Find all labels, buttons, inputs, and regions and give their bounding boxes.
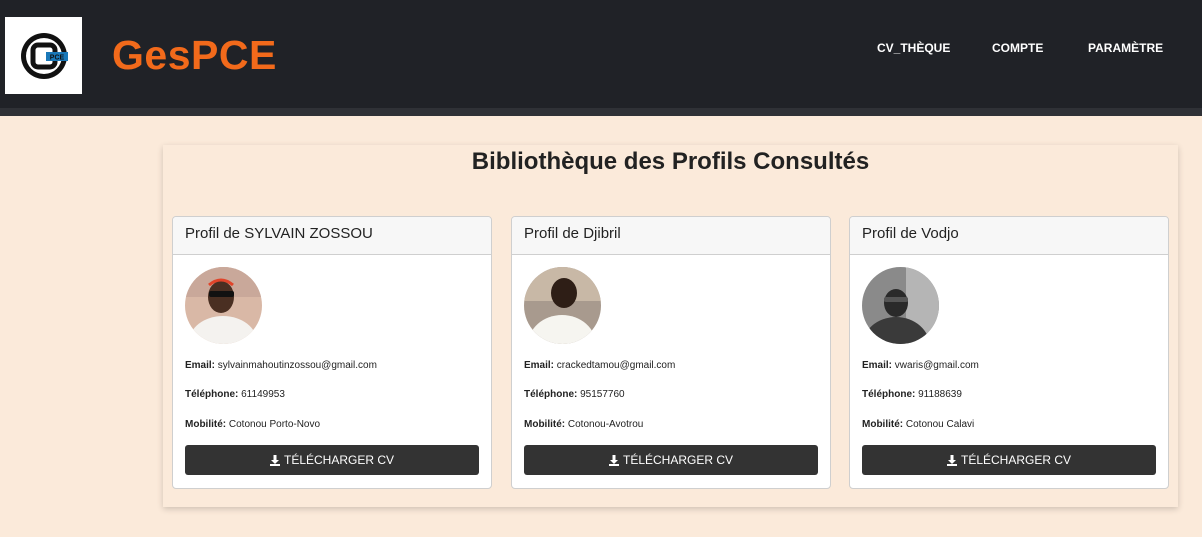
page-title: Bibliothèque des Profils Consultés [471,148,870,175]
email-label: Email: [185,360,216,371]
nav-cv-theque[interactable]: CV_THÈQUE [877,41,950,55]
avatar [524,267,601,344]
email-row: Email: vwaris@gmail.com [862,360,979,371]
mobility-row: Mobilité: Cotonou-Avotrou [524,419,643,430]
phone-value: 91188639 [918,389,962,400]
email-label: Email: [524,360,555,371]
phone-row: Téléphone: 91188639 [862,389,962,400]
email-value: crackedtamou@gmail.com [556,360,676,371]
phone-label: Téléphone: [524,389,578,400]
download-cv-button[interactable]: TÉLÉCHARGER CV [524,445,818,475]
mobility-label: Mobilité: [185,419,227,430]
mobility-label: Mobilité: [524,419,566,430]
download-label: TÉLÉCHARGER CV [283,453,395,467]
download-icon [946,454,957,466]
email-label: Email: [862,360,893,371]
main-nav: CV_THÈQUE COMPTE PARAMÈTRE [0,41,1202,57]
profile-card: Profil de Vodjo Email: vwaris@gmail.com … [849,216,1169,489]
mobility-value: Cotonou-Avotrou [567,419,644,430]
mobility-row: Mobilité: Cotonou Calavi [862,419,974,430]
top-navbar: PCE GesPCE CV_THÈQUE COMPTE PARAMÈTRE [0,0,1202,116]
phone-row: Téléphone: 61149953 [185,389,285,400]
phone-row: Téléphone: 95157760 [524,389,625,400]
mobility-value: Cotonou Porto-Novo [228,419,321,430]
email-value: sylvainmahoutinzossou@gmail.com [217,360,377,371]
email-value: vwaris@gmail.com [894,360,979,371]
profile-card-header: Profil de Vodjo [850,217,1168,255]
profile-card-header: Profil de SYLVAIN ZOSSOU [173,217,491,255]
avatar [862,267,939,344]
profile-card-header: Profil de Djibril [512,217,830,255]
profiles-panel: Bibliothèque des Profils Consultés Profi… [163,145,1178,507]
mobility-value: Cotonou Calavi [905,419,975,430]
avatar [185,267,262,344]
phone-label: Téléphone: [185,389,239,400]
nav-compte[interactable]: COMPTE [992,41,1043,55]
download-icon [269,454,280,466]
download-cv-button[interactable]: TÉLÉCHARGER CV [862,445,1156,475]
download-cv-button[interactable]: TÉLÉCHARGER CV [185,445,479,475]
download-label: TÉLÉCHARGER CV [622,453,734,467]
profile-card: Profil de SYLVAIN ZOSSOU Email: sylvainm… [172,216,492,489]
mobility-label: Mobilité: [862,419,904,430]
mobility-row: Mobilité: Cotonou Porto-Novo [185,419,320,430]
email-row: Email: sylvainmahoutinzossou@gmail.com [185,360,377,371]
email-row: Email: crackedtamou@gmail.com [524,360,675,371]
profile-card: Profil de Djibril Email: crackedtamou@gm… [511,216,831,489]
nav-parametre[interactable]: PARAMÈTRE [1088,41,1163,55]
download-label: TÉLÉCHARGER CV [960,453,1072,467]
phone-label: Téléphone: [862,389,916,400]
download-icon [608,454,619,466]
phone-value: 61149953 [241,389,285,400]
phone-value: 95157760 [580,389,625,400]
